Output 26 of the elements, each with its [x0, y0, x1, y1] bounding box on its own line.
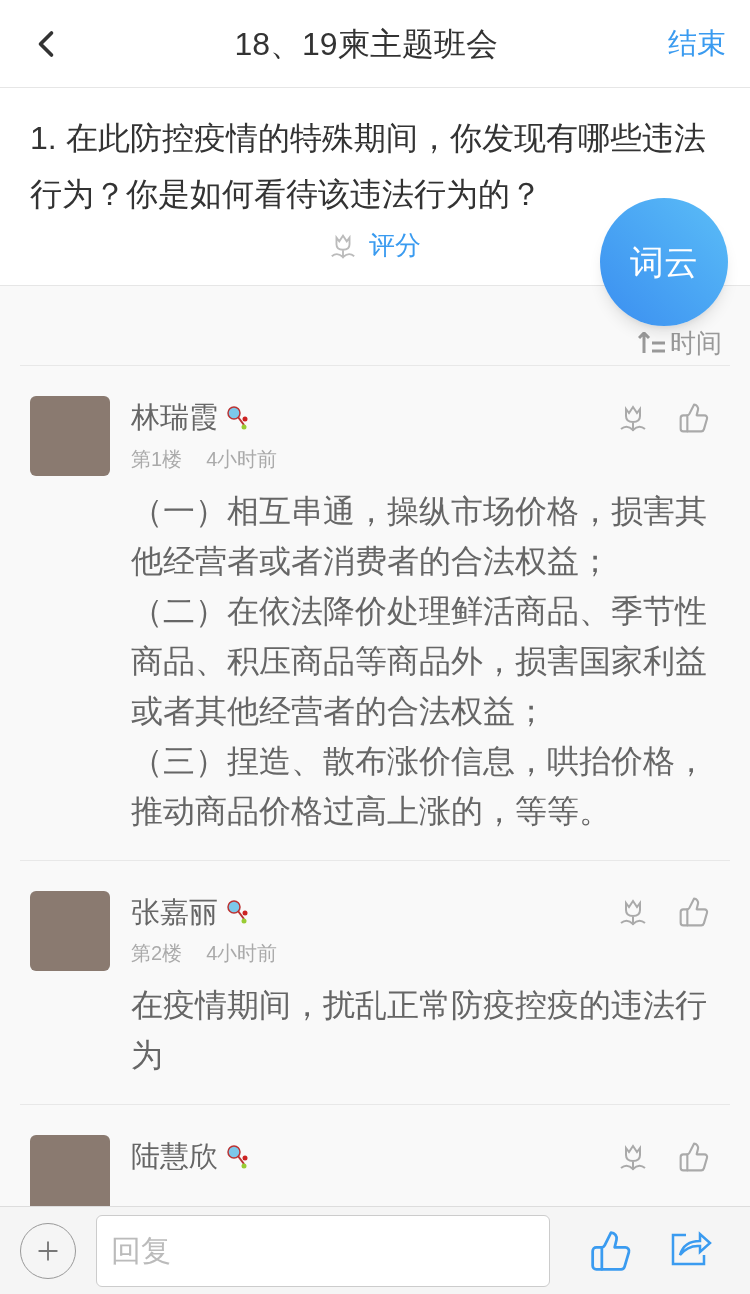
sort-icon	[638, 332, 666, 354]
reply-field[interactable]: 回复	[96, 1214, 550, 1287]
thumbs-up-icon[interactable]	[678, 1140, 710, 1173]
floor-number: 第1楼	[131, 446, 183, 472]
page-title: 18、19柬主题班会	[234, 24, 498, 64]
badge-icon	[226, 899, 250, 926]
thumbs-up-icon[interactable]	[678, 401, 710, 434]
user-name: 张嘉丽	[131, 894, 218, 930]
comment-text: （二）在依法降价处理鲜活商品、季节性商品、积压商品等商品外，损害国家利益或者其他经营者的合法权益；	[131, 591, 708, 731]
comment-text: （一）相互串通，操纵市场价格，损害其他经营者或者消费者的合法权益；	[131, 491, 708, 581]
user-name: 林瑞霞	[131, 400, 218, 435]
avatar-photo[interactable]	[30, 890, 110, 971]
floor-number: 第2楼	[131, 941, 183, 966]
comment-text: （三）捏造、散布涨价信息，哄抬价格，推动商品价格过高上涨的，等等。	[131, 741, 708, 831]
user-name: 陆慧欣	[131, 1139, 218, 1174]
badge-icon	[226, 1143, 250, 1170]
comment-text: 在疫情期间，扰乱正常防疫控疫的违法行为	[131, 986, 708, 1075]
end-button[interactable]: 结束	[668, 21, 726, 66]
badge-icon	[226, 404, 250, 431]
thumbs-up-icon[interactable]	[588, 1228, 633, 1273]
sort-button[interactable]: 时间	[638, 329, 722, 357]
post-time: 4小时前	[206, 446, 278, 472]
tulip-icon[interactable]	[618, 897, 648, 928]
post-time: 4小时前	[206, 941, 278, 966]
rate-button[interactable]: 评分	[329, 226, 421, 265]
thumbs-up-icon[interactable]	[678, 896, 710, 929]
